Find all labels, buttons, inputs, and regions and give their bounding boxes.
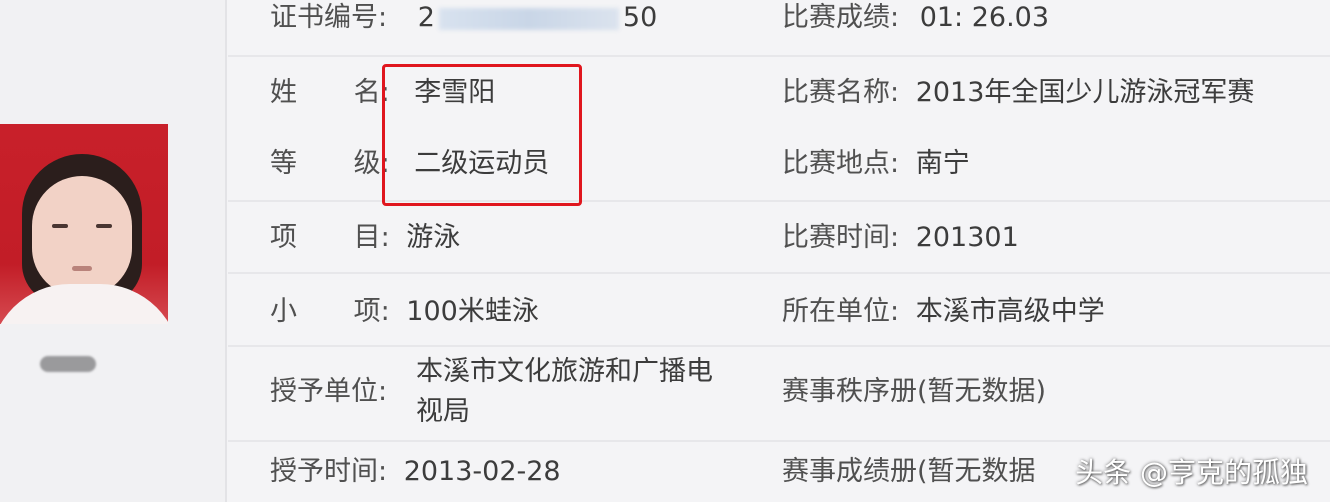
competition-value: 2013年全国少儿游泳冠军赛: [915, 77, 1255, 108]
event-field: 项 目: 游泳: [270, 222, 460, 254]
photo-shoulders: [0, 284, 168, 324]
order-book-link-field[interactable]: 赛事秩序册(暂无数据): [782, 376, 1046, 408]
issuer-label-field: 授予单位:: [270, 376, 387, 408]
result-field: 比赛成绩: 01: 26.03: [782, 2, 1049, 34]
issuer-value-line2: 视局: [416, 396, 470, 428]
certificate-no-field: 证书编号: 2 50: [270, 2, 657, 34]
competition-field: 比赛名称: 2013年全国少儿游泳冠军赛: [782, 77, 1254, 109]
date-value: 201301: [915, 222, 1019, 253]
subevent-label-first: 小: [270, 296, 297, 327]
photo-caption-blur: [40, 356, 96, 372]
event-value: 游泳: [406, 222, 461, 253]
unit-field: 所在单位: 本溪市高级中学: [782, 296, 1105, 328]
watermark: 头条 @亨克的孤独: [1075, 456, 1308, 489]
photo-face: [32, 176, 132, 296]
row-divider: [228, 55, 1330, 57]
result-book-link-field[interactable]: 赛事成绩册(暂无数据: [782, 456, 1036, 488]
result-value: 01: 26.03: [919, 2, 1050, 33]
issuer-label: 授予单位:: [270, 376, 388, 407]
certificate-no-suffix: 50: [622, 2, 658, 33]
competition-label: 比赛名称:: [782, 77, 900, 108]
subevent-field: 小 项: 100米蛙泳: [270, 296, 539, 328]
certificate-no-label: 证书编号:: [270, 2, 388, 33]
date-label: 比赛时间:: [782, 222, 900, 253]
name-label-first: 姓: [270, 77, 297, 108]
result-label: 比赛成绩:: [782, 2, 900, 33]
unit-value: 本溪市高级中学: [915, 296, 1105, 327]
issue-time-value: 2013-02-28: [403, 456, 561, 487]
row-divider: [228, 345, 1330, 347]
athlete-photo: [0, 124, 168, 324]
row-divider: [228, 440, 1330, 442]
date-field: 比赛时间: 201301: [782, 222, 1019, 254]
venue-value: 南宁: [915, 148, 970, 179]
venue-label: 比赛地点:: [782, 148, 900, 179]
certificate-no-prefix: 2: [417, 2, 435, 33]
row-divider: [228, 272, 1330, 274]
issuer-value-second-line: 视局: [416, 396, 470, 427]
order-book-link[interactable]: 赛事秩序册(暂无数据): [782, 376, 1046, 407]
photo-eye-left: [52, 224, 68, 228]
result-book-link[interactable]: 赛事成绩册(暂无数据: [782, 456, 1036, 487]
issue-time-field: 授予时间: 2013-02-28: [270, 456, 561, 488]
subevent-value: 100米蛙泳: [406, 296, 539, 327]
unit-label: 所在单位:: [782, 296, 900, 327]
certificate-no-mask: [438, 7, 619, 30]
venue-field: 比赛地点: 南宁: [782, 148, 970, 180]
grade-label-first: 等: [270, 148, 297, 179]
issue-time-label: 授予时间:: [270, 456, 388, 487]
event-label-second: 目:: [353, 222, 390, 253]
photo-mouth: [72, 266, 92, 271]
event-label-first: 项: [270, 222, 297, 253]
panel-divider: [225, 0, 227, 502]
photo-eye-right: [96, 224, 112, 228]
highlight-box: [382, 64, 582, 206]
subevent-label-second: 项:: [353, 296, 390, 327]
issuer-value-line1: 本溪市文化旅游和广播电: [416, 356, 713, 388]
issuer-value-first-line: 本溪市文化旅游和广播电: [416, 356, 713, 387]
